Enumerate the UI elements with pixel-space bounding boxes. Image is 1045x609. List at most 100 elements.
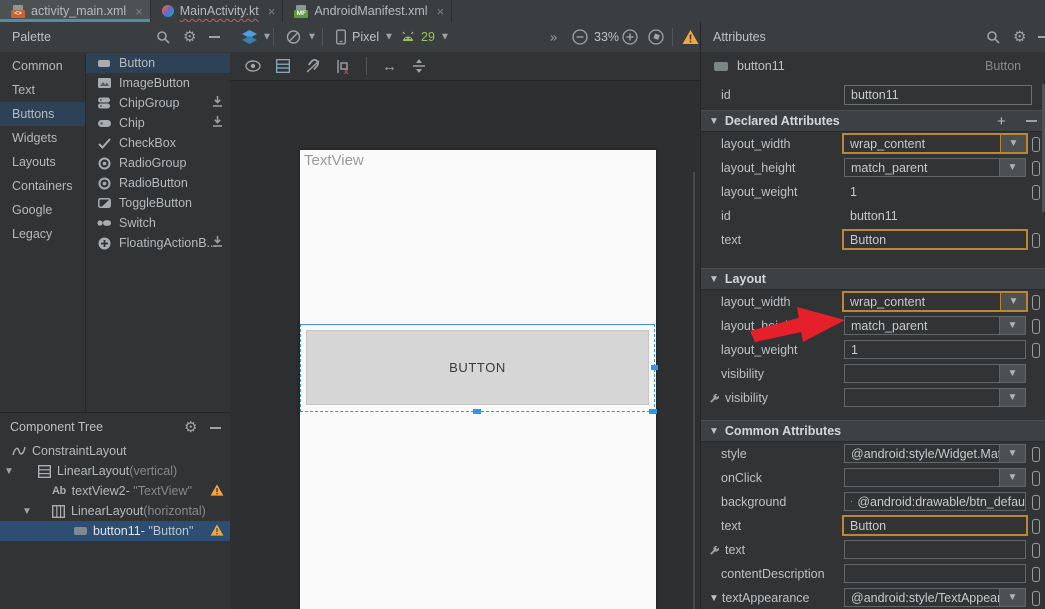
palette-item-chip[interactable]: Chip [86, 113, 230, 133]
resource-flag-icon[interactable] [1032, 591, 1040, 606]
palette-item-radiobutton[interactable]: RadioButton [86, 173, 230, 193]
palette-item-checkbox[interactable]: CheckBox [86, 133, 230, 153]
tab-activity-main-xml[interactable]: <> activity_main.xml × [0, 0, 151, 22]
close-icon[interactable]: × [268, 5, 276, 18]
palette-item-chipgroup[interactable]: ChipGroup [86, 93, 230, 113]
select-design-surface-icon[interactable] [276, 59, 290, 73]
collapse-arrow-icon[interactable]: ▼ [709, 274, 719, 285]
tree-node-linearlayout-horizontal[interactable]: ▼ LinearLayout(horizontal) [0, 501, 230, 521]
warning-icon[interactable] [682, 30, 699, 45]
id-input[interactable]: button11 [844, 85, 1032, 105]
palette-category-widgets[interactable]: Widgets [0, 126, 85, 150]
palette-item-radiogroup[interactable]: RadioGroup [86, 153, 230, 173]
layout-weight-input[interactable]: 1 [844, 340, 1026, 359]
minimize-icon[interactable] [1038, 36, 1045, 38]
resize-handle-corner[interactable] [649, 409, 657, 414]
text-input[interactable]: Button [842, 229, 1028, 250]
chevron-down-icon[interactable]: ▼ [999, 365, 1025, 382]
collapse-arrow-icon[interactable]: ▼ [709, 593, 719, 604]
layout-height-dropdown[interactable]: match_parent ▼ [844, 316, 1026, 335]
android-icon[interactable] [400, 31, 416, 43]
style-dropdown[interactable]: @android:style/Widget.Mat ▼ [844, 444, 1026, 463]
selected-linearlayout-bounds[interactable]: BUTTON [300, 324, 655, 412]
api-level-selector[interactable]: 29 [421, 30, 435, 44]
resource-flag-icon[interactable] [1032, 495, 1040, 510]
add-attribute-button[interactable]: + [997, 113, 1006, 130]
resize-handle-bottom[interactable] [473, 409, 481, 414]
background-input[interactable]: @android:drawable/btn_defau [844, 492, 1026, 511]
gear-icon[interactable]: ⚙ [1013, 30, 1026, 45]
overflow-chevron[interactable]: » [550, 30, 556, 45]
layout-width-dropdown[interactable]: wrap_content ▼ [842, 291, 1028, 312]
gear-icon[interactable]: ⚙ [183, 30, 196, 45]
clear-constraints-icon[interactable]: x [336, 59, 351, 74]
design-scrollbar[interactable] [693, 172, 695, 609]
text-input[interactable]: Button [842, 515, 1028, 536]
chevron-down-icon[interactable]: ▼ [440, 32, 450, 43]
chevron-down-icon[interactable]: ▼ [307, 32, 317, 43]
chevron-down-icon[interactable]: ▼ [384, 32, 394, 43]
onclick-dropdown[interactable]: ▼ [844, 468, 1026, 487]
palette-category-google[interactable]: Google [0, 198, 85, 222]
palette-item-button[interactable]: Button [86, 53, 230, 73]
view-options-eye-icon[interactable] [245, 60, 261, 72]
zoom-out-icon[interactable] [572, 29, 588, 45]
resource-flag-icon[interactable] [1032, 137, 1040, 152]
palette-item-imagebutton[interactable]: ImageButton [86, 73, 230, 93]
resource-flag-icon[interactable] [1032, 519, 1040, 534]
tab-mainactivity-kt[interactable]: MainActivity.kt × [151, 0, 284, 22]
device-icon[interactable] [336, 30, 346, 45]
zoom-to-fit-icon[interactable] [648, 29, 664, 45]
canvas-button[interactable]: BUTTON [306, 330, 649, 405]
device-selector[interactable]: Pixel [352, 30, 379, 44]
layout-height-dropdown[interactable]: match_parent ▼ [844, 158, 1026, 177]
chevron-down-icon[interactable]: ▼ [999, 159, 1025, 176]
orientation-icon[interactable] [286, 30, 301, 45]
close-icon[interactable]: × [437, 5, 445, 18]
tree-node-textview2[interactable]: Ab textView2- "TextView" [0, 481, 230, 501]
section-common-attributes[interactable]: ▼ Common Attributes [701, 420, 1045, 442]
resource-flag-icon[interactable] [1032, 471, 1040, 486]
chevron-down-icon[interactable]: ▼ [999, 589, 1025, 606]
resource-flag-icon[interactable] [1032, 161, 1040, 176]
resource-flag-icon[interactable] [1032, 319, 1040, 334]
gear-icon[interactable]: ⚙ [184, 420, 197, 435]
zoom-in-icon[interactable] [622, 29, 638, 45]
minimize-icon[interactable] [210, 427, 221, 429]
close-icon[interactable]: × [135, 5, 143, 18]
section-declared-attributes[interactable]: ▼ Declared Attributes + [701, 110, 1045, 132]
resource-flag-icon[interactable] [1032, 447, 1040, 462]
resource-flag-icon[interactable] [1032, 567, 1040, 582]
section-layout[interactable]: ▼ Layout [701, 268, 1045, 290]
chevron-down-icon[interactable]: ▼ [999, 469, 1025, 486]
id-value[interactable]: button11 [844, 206, 1026, 225]
resize-handle-right[interactable] [651, 365, 658, 370]
palette-category-text[interactable]: Text [0, 78, 85, 102]
palette-category-legacy[interactable]: Legacy [0, 222, 85, 246]
tree-node-linearlayout-vertical[interactable]: ▼ LinearLayout(vertical) [0, 461, 230, 481]
autoconnect-off-magnet-icon[interactable] [305, 59, 321, 74]
chevron-down-icon[interactable]: ▼ [1000, 135, 1026, 152]
chevron-down-icon[interactable]: ▼ [262, 32, 272, 43]
chevron-down-icon[interactable]: ▼ [999, 445, 1025, 462]
tree-node-button11[interactable]: button11- "Button" [0, 521, 230, 541]
layout-width-dropdown[interactable]: wrap_content ▼ [842, 133, 1028, 154]
palette-category-buttons[interactable]: Buttons [0, 102, 85, 126]
pack-vertical-icon[interactable] [412, 59, 426, 73]
canvas-textview[interactable]: TextView [304, 152, 364, 169]
palette-category-common[interactable]: Common [0, 54, 85, 78]
tab-androidmanifest-xml[interactable]: MF AndroidManifest.xml × [283, 0, 452, 22]
resource-flag-icon[interactable] [1032, 343, 1040, 358]
remove-attribute-button[interactable] [1026, 120, 1037, 122]
contentdescription-input[interactable] [844, 564, 1026, 583]
tools-text-input[interactable] [844, 540, 1026, 559]
palette-item-floatingactionbutton[interactable]: FloatingActionB... [86, 233, 230, 253]
chevron-down-icon[interactable]: ▼ [999, 317, 1025, 334]
resource-flag-icon[interactable] [1032, 295, 1040, 310]
tree-node-constraintlayout[interactable]: ConstraintLayout [0, 441, 230, 461]
search-icon[interactable] [156, 30, 170, 44]
collapse-arrow-icon[interactable]: ▼ [4, 466, 14, 477]
palette-item-togglebutton[interactable]: ToggleButton [86, 193, 230, 213]
collapse-arrow-icon[interactable]: ▼ [709, 116, 719, 127]
resource-flag-icon[interactable] [1032, 233, 1040, 248]
